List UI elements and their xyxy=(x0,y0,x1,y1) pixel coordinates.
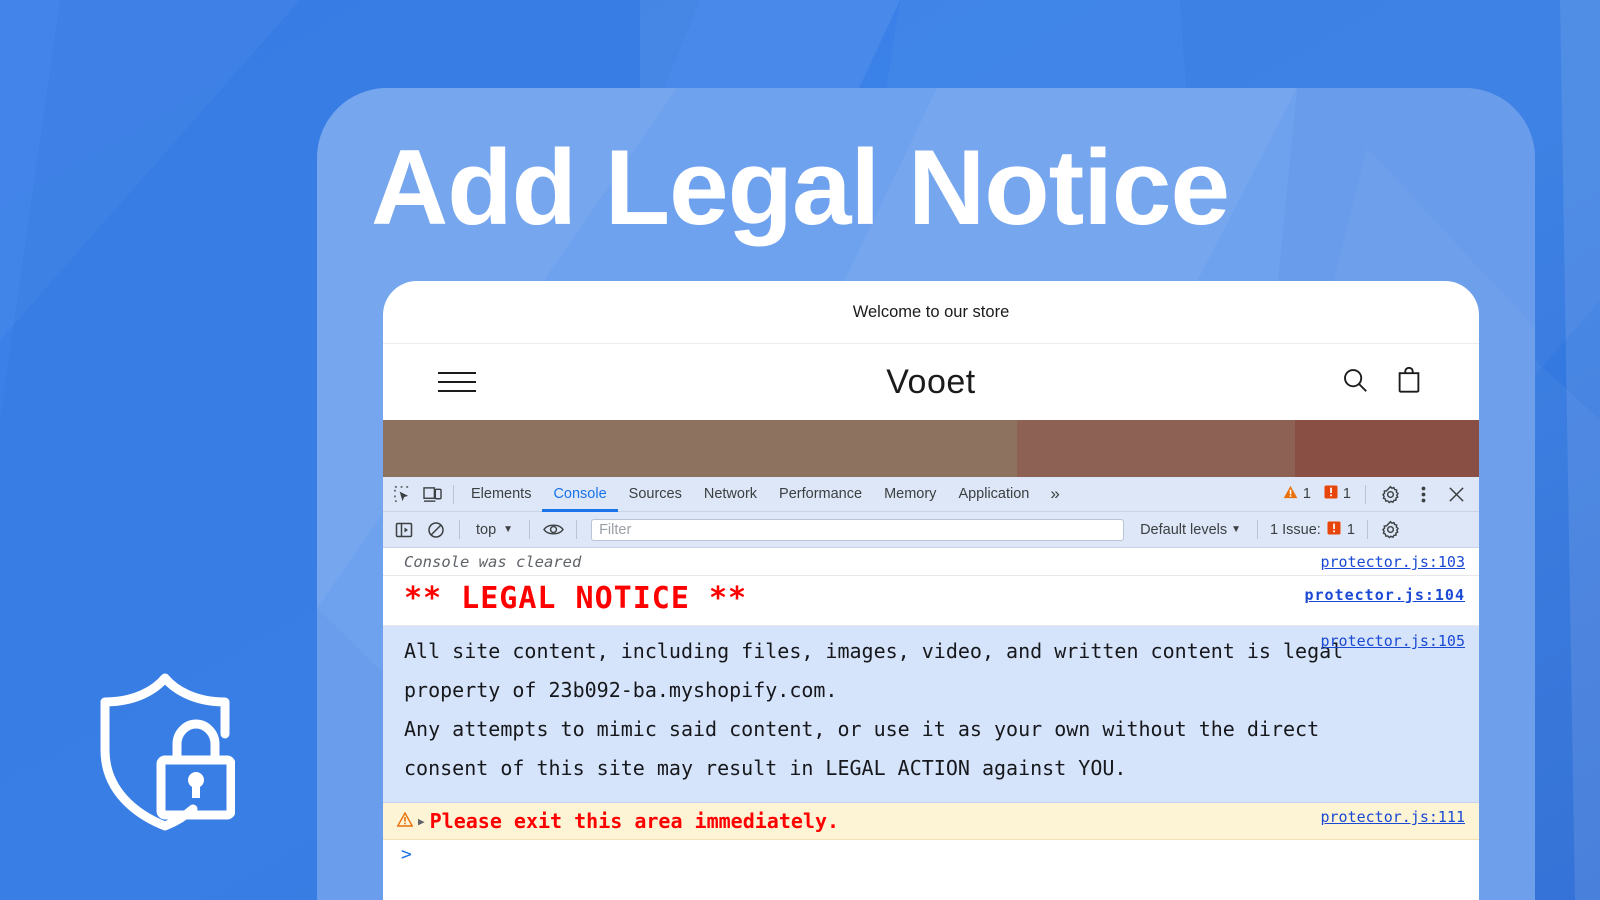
error-square-icon xyxy=(1327,521,1341,539)
filter-input[interactable]: Filter xyxy=(591,518,1125,541)
issues-label: 1 Issue: xyxy=(1270,521,1321,538)
tab-performance[interactable]: Performance xyxy=(768,477,873,512)
browser-window: Welcome to our store Vooet Elements Cons… xyxy=(383,281,1479,900)
hero-segment xyxy=(383,420,1017,477)
log-levels-label: Default levels xyxy=(1140,521,1228,538)
tab-application[interactable]: Application xyxy=(947,477,1040,512)
issues-count: 1 xyxy=(1346,521,1355,538)
search-icon[interactable] xyxy=(1340,365,1370,400)
source-link[interactable]: protector.js:111 xyxy=(1321,808,1466,826)
console-row-cleared: Console was cleared protector.js:103 xyxy=(383,548,1479,576)
console-sidebar-icon[interactable] xyxy=(389,516,419,544)
legal-line: property of 23b092-ba.myshopify.com. xyxy=(404,678,838,702)
console-row-legal-body: protector.js:105 All site content, inclu… xyxy=(383,626,1479,803)
hero-segment xyxy=(1017,420,1295,477)
store-name: Vooet xyxy=(886,362,976,401)
divider xyxy=(1366,520,1368,539)
shopping-bag-icon[interactable] xyxy=(1394,365,1424,400)
tab-elements[interactable]: Elements xyxy=(460,477,542,512)
shield-lock-icon xyxy=(95,672,236,837)
chevron-down-icon: ▼ xyxy=(503,524,514,535)
devtools-tabbar: Elements Console Sources Network Perform… xyxy=(383,477,1479,512)
execution-context-select[interactable]: top ▼ xyxy=(468,522,521,538)
console-row-legal-title: ** LEGAL NOTICE ** protector.js:104 xyxy=(383,576,1479,626)
header-actions xyxy=(1340,365,1424,400)
devtools-status-group: 1 1 xyxy=(1278,480,1475,508)
error-count: 1 xyxy=(1342,486,1351,502)
source-link[interactable]: protector.js:103 xyxy=(1321,553,1466,571)
filter-placeholder: Filter xyxy=(599,521,632,538)
warning-triangle-icon xyxy=(396,811,414,831)
chevron-double-right-icon[interactable]: » xyxy=(1040,484,1067,504)
legal-notice-heading: ** LEGAL NOTICE ** xyxy=(404,581,748,616)
warning-message: Please exit this area immediately. xyxy=(429,809,840,833)
divider xyxy=(459,520,460,539)
error-square-icon xyxy=(1324,485,1338,503)
warning-triangle-icon xyxy=(1283,485,1298,503)
divider xyxy=(529,520,531,539)
gear-icon[interactable] xyxy=(1375,480,1405,508)
legal-line: consent of this site may result in LEGAL… xyxy=(404,756,1127,780)
error-count-group[interactable]: 1 xyxy=(1319,485,1356,503)
inspect-element-icon[interactable] xyxy=(387,480,417,508)
source-link[interactable]: protector.js:105 xyxy=(1321,627,1466,656)
expand-arrow-icon[interactable]: ▶ xyxy=(418,815,425,828)
console-row-warning: ▶ Please exit this area immediately. pro… xyxy=(383,803,1479,840)
console-toolbar: top ▼ Filter Default levels ▼ 1 Issue: 1 xyxy=(383,512,1479,548)
hamburger-menu-icon[interactable] xyxy=(438,372,476,392)
divider xyxy=(1257,520,1259,539)
hero-segment xyxy=(1295,420,1479,477)
legal-line: Any attempts to mimic said content, or u… xyxy=(404,717,1320,741)
gear-icon[interactable] xyxy=(1376,516,1406,544)
log-levels-select[interactable]: Default levels ▼ xyxy=(1132,522,1249,538)
issues-button[interactable]: 1 Issue: 1 xyxy=(1266,521,1359,539)
more-vertical-icon[interactable] xyxy=(1408,480,1438,508)
divider xyxy=(576,520,578,539)
execution-context-value: top xyxy=(476,521,497,538)
legal-line: All site content, including files, image… xyxy=(404,639,1344,663)
announcement-bar: Welcome to our store xyxy=(383,281,1479,344)
hero-banner xyxy=(383,420,1479,477)
prompt-caret: > xyxy=(401,844,412,865)
store-header: Vooet xyxy=(383,344,1479,420)
tab-memory[interactable]: Memory xyxy=(873,477,947,512)
console-cleared-text: Console was cleared xyxy=(404,553,582,571)
live-expression-icon[interactable] xyxy=(538,516,568,544)
warning-count: 1 xyxy=(1302,486,1311,502)
tab-network[interactable]: Network xyxy=(693,477,768,512)
close-icon[interactable] xyxy=(1441,480,1471,508)
source-link[interactable]: protector.js:104 xyxy=(1305,586,1466,604)
tab-sources[interactable]: Sources xyxy=(618,477,693,512)
device-toolbar-icon[interactable] xyxy=(417,480,447,508)
console-messages: Console was cleared protector.js:103 ** … xyxy=(383,548,1479,869)
divider xyxy=(453,484,454,504)
announcement-text: Welcome to our store xyxy=(852,302,1010,321)
page-title: Add Legal Notice xyxy=(371,127,1230,247)
clear-console-icon[interactable] xyxy=(421,516,451,544)
chevron-down-icon: ▼ xyxy=(1231,524,1242,535)
warning-count-group[interactable]: 1 xyxy=(1278,485,1316,503)
tab-console[interactable]: Console xyxy=(542,477,617,512)
divider xyxy=(1365,484,1366,504)
console-prompt[interactable]: > xyxy=(383,840,1479,869)
devtools-panel: Elements Console Sources Network Perform… xyxy=(383,477,1479,869)
